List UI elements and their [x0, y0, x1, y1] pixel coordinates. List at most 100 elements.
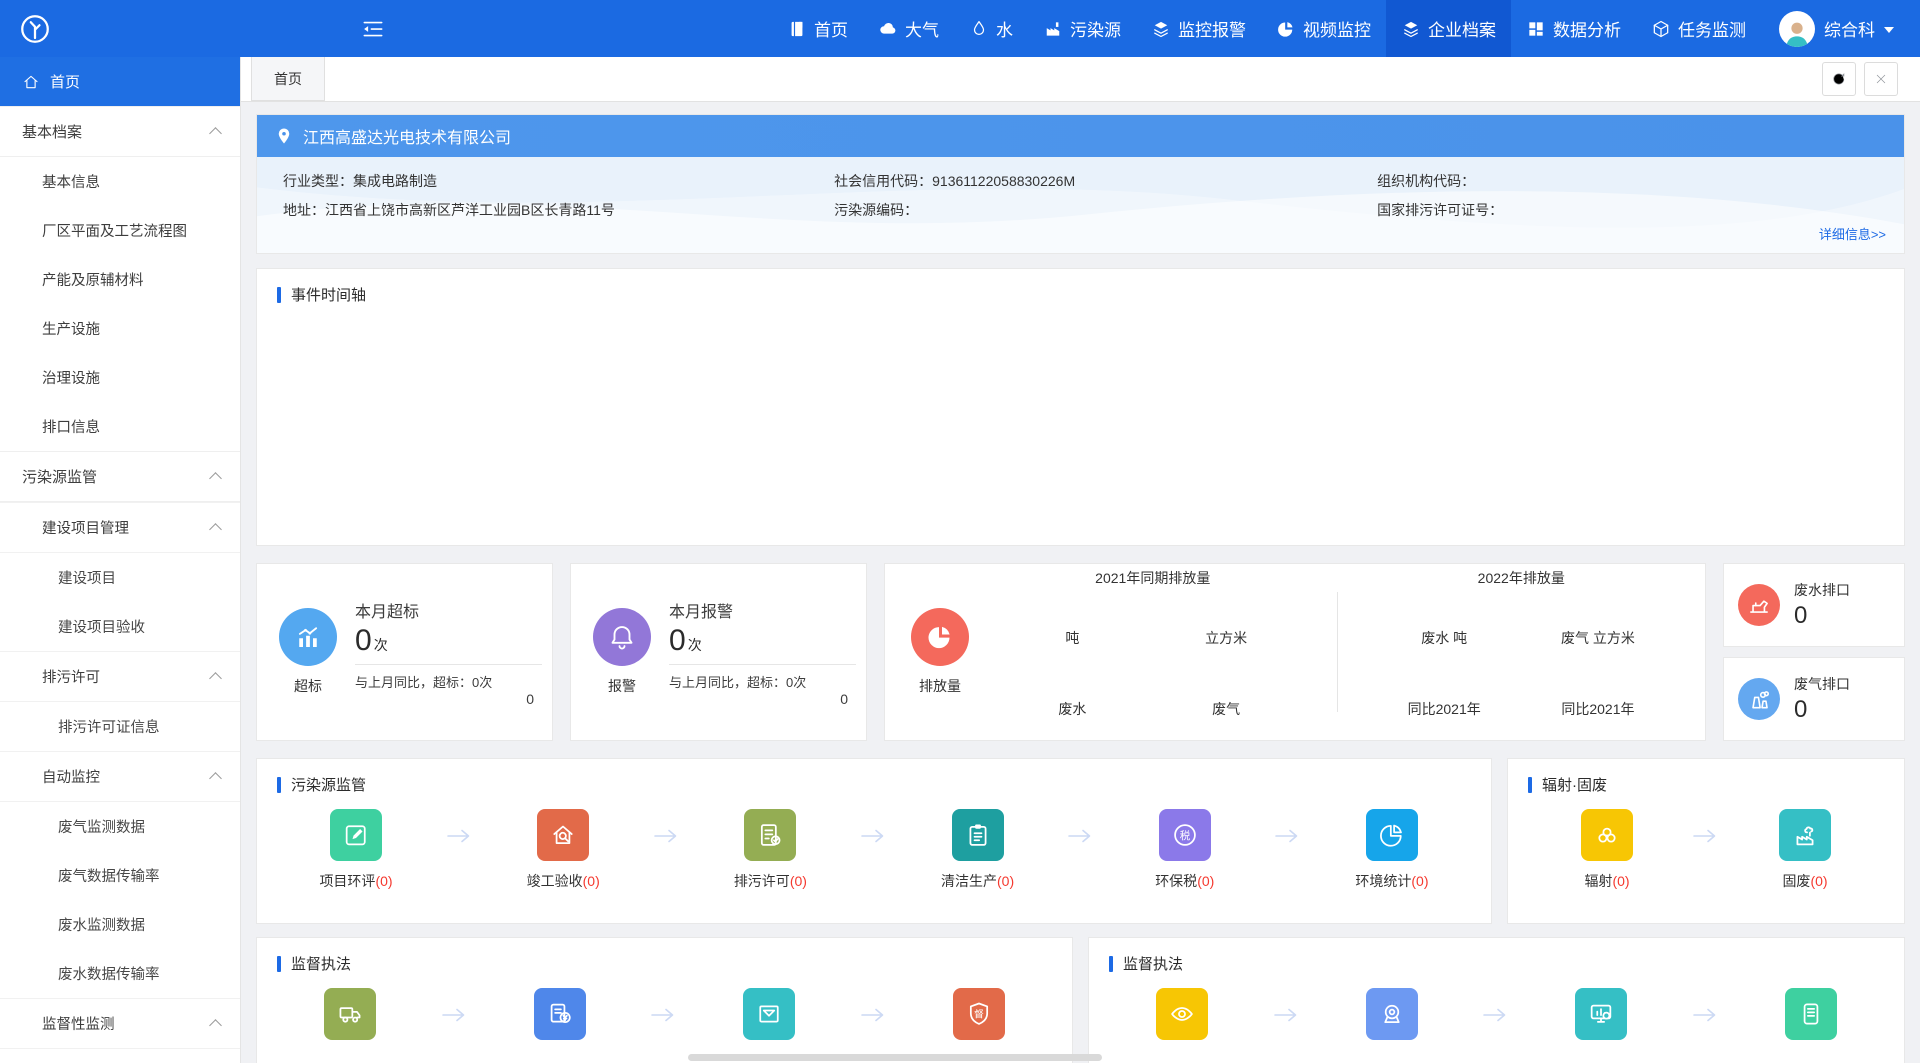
- sidebar-item-10[interactable]: 建设项目: [0, 553, 240, 602]
- timeline-body: [257, 315, 1904, 535]
- chevron-up-icon: [209, 772, 222, 785]
- panel-accent-bar: [277, 287, 281, 303]
- company-field-4: 污染源编码：: [834, 200, 1377, 220]
- flow-item-环境统计[interactable]: 环境统计(0): [1345, 809, 1439, 891]
- bell-icon: [593, 608, 651, 666]
- pollution-panel: 污染源监管 项目环评(0)竣工验收(0)排污许可(0)清洁生产(0)税环保税(0…: [256, 758, 1492, 924]
- sidebar-item-12[interactable]: 排污许可: [0, 651, 240, 702]
- sidebar-item-5[interactable]: 生产设施: [0, 304, 240, 353]
- nav-item-4[interactable]: 监控报警: [1136, 0, 1261, 57]
- flow-item-项目环评[interactable]: 项目环评(0): [309, 809, 403, 891]
- sidebar-item-6[interactable]: 治理设施: [0, 353, 240, 402]
- main-nav: 首页大气水污染源监控报警视频监控企业档案数据分析任务监测: [772, 0, 1761, 57]
- sidebar-item-8[interactable]: 污染源监管: [0, 451, 240, 502]
- flow-item-label: 环保税(0): [1155, 871, 1214, 891]
- flow-item-truck-icon[interactable]: [303, 988, 397, 1040]
- refresh-button[interactable]: [1822, 62, 1856, 96]
- close-button[interactable]: [1864, 62, 1898, 96]
- nav-item-6[interactable]: 企业档案: [1386, 0, 1511, 57]
- bar-chart-icon: [279, 608, 337, 666]
- overproof-title: 本月超标: [355, 598, 542, 622]
- sidebar-item-7[interactable]: 排口信息: [0, 402, 240, 451]
- pie-chart-icon: [911, 608, 969, 666]
- tree-logo-icon: [17, 11, 53, 47]
- device-icon: [1785, 988, 1837, 1040]
- flow-item-固废[interactable]: 固废(0): [1758, 809, 1852, 891]
- sidebar-item-9[interactable]: 建设项目管理: [0, 502, 240, 553]
- user-menu[interactable]: 综合科: [1761, 11, 1920, 47]
- nav-item-0[interactable]: 首页: [772, 0, 863, 57]
- sidebar-item-16[interactable]: 废气数据传输率: [0, 851, 240, 900]
- sidebar-item-0[interactable]: 首页: [0, 57, 240, 106]
- sidebar-item-label: 废水数据传输率: [58, 963, 160, 984]
- sidebar-item-label: 自动监控: [42, 766, 100, 787]
- flow-item-device-icon[interactable]: [1764, 988, 1858, 1040]
- overproof-card: 超标 本月超标 0次 与上月同比，超标：0次 0: [256, 563, 553, 741]
- overproof-compare: 与上月同比，超标：0次: [355, 672, 542, 691]
- alarm-compare-value: 0: [669, 691, 856, 707]
- menu-collapse-button[interactable]: [360, 16, 386, 42]
- webcam-icon: [1366, 988, 1418, 1040]
- sidebar-item-1[interactable]: 基本档案: [0, 106, 240, 157]
- monitor-chart-icon: [1575, 988, 1627, 1040]
- sidebar-item-label: 建设项目管理: [42, 517, 129, 538]
- flow-item-竣工验收[interactable]: 竣工验收(0): [516, 809, 610, 891]
- sidebar-item-2[interactable]: 基本信息: [0, 157, 240, 206]
- flow-item-envelope-icon[interactable]: [722, 988, 816, 1040]
- horizontal-scrollbar[interactable]: [688, 1054, 1102, 1061]
- user-name: 综合科: [1824, 16, 1875, 41]
- factory-icon: [1043, 19, 1063, 39]
- sidebar-item-19[interactable]: 监督性监测: [0, 998, 240, 1049]
- nav-item-3[interactable]: 污染源: [1028, 0, 1136, 57]
- sidebar-item-14[interactable]: 自动监控: [0, 751, 240, 802]
- envelope-icon: [743, 988, 795, 1040]
- overproof-value: 0次: [355, 624, 542, 658]
- flow-item-label: 清洁生产(0): [941, 871, 1014, 891]
- menu-collapse-icon: [360, 16, 386, 42]
- house-search-icon: [537, 809, 589, 861]
- sidebar-item-4[interactable]: 产能及原辅材料: [0, 255, 240, 304]
- sidebar-item-11[interactable]: 建设项目验收: [0, 602, 240, 651]
- law-right-title: 监督执法: [1123, 953, 1183, 974]
- flow-item-清洁生产[interactable]: 清洁生产(0): [931, 809, 1025, 891]
- tab-home[interactable]: 首页: [251, 57, 325, 101]
- flow-item-辐射[interactable]: 辐射(0): [1560, 809, 1654, 891]
- sidebar-item-18[interactable]: 废水数据传输率: [0, 949, 240, 998]
- layers-icon: [1401, 19, 1421, 39]
- flow-arrow-icon: [1691, 1006, 1721, 1024]
- sidebar-item-13[interactable]: 排污许可证信息: [0, 702, 240, 751]
- flow-arrow-icon: [649, 1006, 679, 1024]
- chevron-up-icon: [209, 127, 222, 140]
- svg-text:税: 税: [1180, 829, 1191, 842]
- flow-item-eye-icon[interactable]: [1135, 988, 1229, 1040]
- gas-outlet-title: 废气排口: [1794, 674, 1850, 694]
- nav-item-8[interactable]: 任务监测: [1636, 0, 1761, 57]
- nav-item-2[interactable]: 水: [954, 0, 1028, 57]
- sidebar-item-label: 废气数据传输率: [58, 865, 160, 886]
- radiation-panel-title: 辐射·固废: [1542, 774, 1607, 795]
- flow-item-shield-supervise-icon[interactable]: 督: [932, 988, 1026, 1040]
- detail-link[interactable]: 详细信息>>: [257, 222, 1904, 249]
- flow-item-webcam-icon[interactable]: [1345, 988, 1439, 1040]
- company-field-1: 社会信用代码：91361122058830226M: [834, 171, 1377, 191]
- flow-item-排污许可[interactable]: 排污许可(0): [723, 809, 817, 891]
- sidebar-item-15[interactable]: 废气监测数据: [0, 802, 240, 851]
- company-fields: 行业类型：集成电路制造社会信用代码：91361122058830226M组织机构…: [257, 165, 1904, 222]
- water-outlet-title: 废水排口: [1794, 580, 1850, 600]
- sidebar-item-17[interactable]: 废水监测数据: [0, 900, 240, 949]
- flow-arrow-icon: [859, 1006, 889, 1024]
- flow-item-tax-doc-icon[interactable]: [513, 988, 607, 1040]
- flow-arrow-icon: [445, 827, 475, 845]
- sidebar-item-label: 建设项目验收: [58, 616, 145, 637]
- company-name: 江西高盛达光电技术有限公司: [303, 124, 511, 148]
- emission-icon-label: 排放量: [919, 676, 961, 696]
- chevron-up-icon: [209, 1019, 222, 1032]
- nav-item-5[interactable]: 视频监控: [1261, 0, 1386, 57]
- alarm-compare: 与上月同比，超标：0次: [669, 672, 856, 691]
- flow-item-环保税[interactable]: 税环保税(0): [1138, 809, 1232, 891]
- nav-item-1[interactable]: 大气: [863, 0, 954, 57]
- flow-item-monitor-chart-icon[interactable]: [1554, 988, 1648, 1040]
- brand-logo[interactable]: [0, 11, 70, 47]
- nav-item-7[interactable]: 数据分析: [1511, 0, 1636, 57]
- sidebar-item-3[interactable]: 厂区平面及工艺流程图: [0, 206, 240, 255]
